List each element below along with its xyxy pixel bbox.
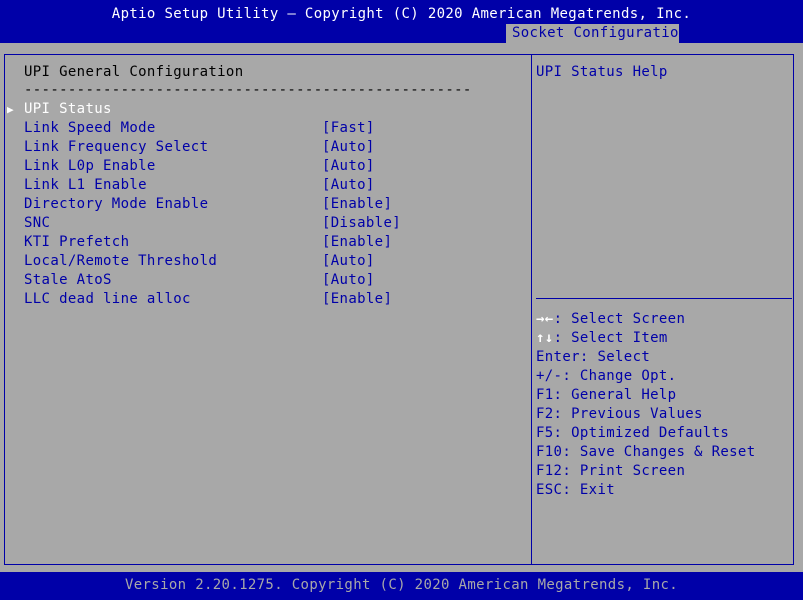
setting-row[interactable]: KTI Prefetch [Enable] — [0, 233, 525, 252]
setting-label: LLC dead line alloc — [24, 291, 191, 307]
key-hint-text: F12: Print Screen — [536, 463, 686, 479]
setting-row[interactable]: Link L1 Enable [Auto] — [0, 176, 525, 195]
key-hint-text: F1: General Help — [536, 387, 677, 403]
setting-value[interactable]: [Enable] — [322, 233, 392, 252]
key-hint: ↑↓: Select Item — [536, 329, 755, 348]
header-bar: Aptio Setup Utility – Copyright (C) 2020… — [0, 0, 803, 43]
key-hint-text: F2: Previous Values — [536, 406, 703, 422]
setting-label: Link L0p Enable — [24, 158, 156, 174]
tab-socket-configuration[interactable]: Socket Configuration — [506, 24, 687, 43]
key-hint-text: F5: Optimized Defaults — [536, 425, 730, 441]
panel-divider — [531, 54, 532, 565]
key-hint: Enter: Select — [536, 348, 755, 367]
setting-label: Link Frequency Select — [24, 139, 209, 155]
submenu-arrow-icon: ▶ — [7, 103, 14, 116]
setting-label: Link Speed Mode — [24, 120, 156, 136]
setting-value[interactable]: [Auto] — [322, 271, 375, 290]
setting-label: Stale AtoS — [24, 272, 112, 288]
setting-row[interactable]: Directory Mode Enable [Enable] — [0, 195, 525, 214]
setting-row[interactable]: SNC [Disable] — [0, 214, 525, 233]
key-hint-text: +/-: Change Opt. — [536, 368, 677, 384]
setting-row[interactable]: Link Speed Mode [Fast] — [0, 119, 525, 138]
setting-label: Directory Mode Enable — [24, 196, 209, 212]
setting-value[interactable]: [Auto] — [322, 176, 375, 195]
setting-row[interactable]: Local/Remote Threshold [Auto] — [0, 252, 525, 271]
key-hint: F10: Save Changes & Reset — [536, 443, 755, 462]
key-hint: F12: Print Screen — [536, 462, 755, 481]
setting-row[interactable]: Link Frequency Select [Auto] — [0, 138, 525, 157]
key-hint-text: : Select Screen — [553, 311, 686, 327]
setting-label: Local/Remote Threshold — [24, 253, 218, 269]
setting-value[interactable]: [Auto] — [322, 138, 375, 157]
key-hint: ESC: Exit — [536, 481, 755, 500]
setting-label: Link L1 Enable — [24, 177, 147, 193]
arrow-keys-icon: ↑↓ — [536, 330, 554, 346]
arrow-keys-icon: →← — [536, 311, 554, 327]
key-hint: F1: General Help — [536, 386, 755, 405]
setting-value[interactable]: [Fast] — [322, 119, 375, 138]
setting-value[interactable]: [Auto] — [322, 252, 375, 271]
setting-value[interactable]: [Enable] — [322, 290, 392, 309]
help-text: UPI Status Help — [536, 64, 668, 80]
help-divider — [536, 298, 792, 299]
setting-value[interactable]: [Auto] — [322, 157, 375, 176]
setting-value[interactable]: [Enable] — [322, 195, 392, 214]
section-title: UPI General Configuration — [24, 64, 244, 80]
section-separator: ----------------------------------------… — [24, 82, 472, 98]
setting-row[interactable]: Link L0p Enable [Auto] — [0, 157, 525, 176]
setting-label: SNC — [24, 215, 51, 231]
setting-row[interactable]: Stale AtoS [Auto] — [0, 271, 525, 290]
key-hint-text: Enter: Select — [536, 349, 651, 365]
setting-value[interactable]: [Disable] — [322, 214, 401, 233]
tab-label: Socket Configuration — [512, 25, 688, 41]
app-title: Aptio Setup Utility – Copyright (C) 2020… — [111, 6, 692, 22]
key-hint: +/-: Change Opt. — [536, 367, 755, 386]
version-text: Version 2.20.1275. Copyright (C) 2020 Am… — [124, 577, 679, 593]
footer-bar: Version 2.20.1275. Copyright (C) 2020 Am… — [0, 572, 803, 600]
setting-row[interactable]: ▶ UPI Status — [0, 100, 525, 119]
setting-row[interactable]: LLC dead line alloc [Enable] — [0, 290, 525, 309]
key-hint: F5: Optimized Defaults — [536, 424, 755, 443]
key-hint-text: F10: Save Changes & Reset — [536, 444, 756, 460]
setting-label: KTI Prefetch — [24, 234, 130, 250]
key-hint-text: ESC: Exit — [536, 482, 616, 498]
key-hint: →←: Select Screen — [536, 310, 755, 329]
setting-label: UPI Status — [24, 101, 112, 117]
key-hint-text: : Select Item — [553, 330, 668, 346]
key-hint: F2: Previous Values — [536, 405, 755, 424]
key-legend: →←: Select Screen ↑↓: Select Item Enter: S… — [536, 310, 755, 500]
